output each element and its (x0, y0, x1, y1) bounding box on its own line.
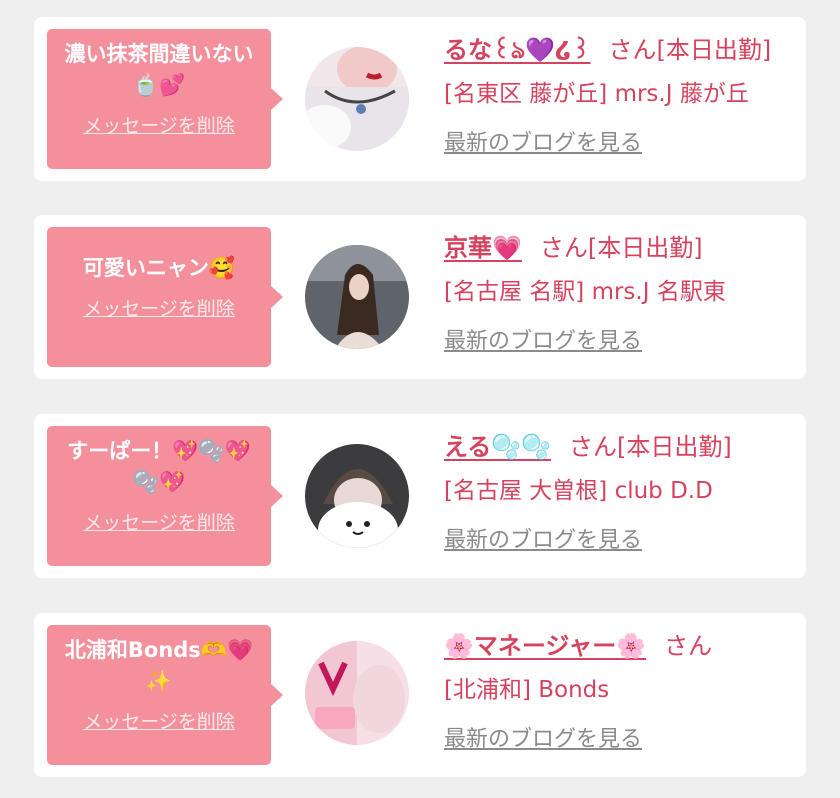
cast-info: える🫧🫧 さん[本日出勤] [名古屋 大曽根] club D.D 最新のブログを見… (444, 428, 796, 554)
avatar-photo (305, 444, 409, 548)
shop-name: [名古屋 大曽根] club D.D (444, 478, 713, 504)
avatar[interactable] (305, 245, 409, 349)
shop-name: [名東区 藤が丘] mrs.J 藤が丘 (444, 81, 749, 107)
favorite-card: すーぱー！💖🫧💖🫧💖 メッセージを削除 える🫧🫧 さん[本日出勤] [名古屋 大曽… (34, 414, 806, 578)
honorific: さん (539, 234, 588, 262)
avatar-photo (305, 47, 409, 151)
cast-name-link[interactable]: 🌸マネージャー🌸 (444, 632, 646, 660)
delete-message-button[interactable]: メッセージを削除 (83, 508, 235, 535)
avatar[interactable] (305, 641, 409, 745)
name-line: える🫧🫧 さん[本日出勤] (444, 428, 796, 466)
message-text: 可愛いニャン🥰 (82, 256, 236, 280)
avatar-photo (305, 641, 409, 745)
cast-name-link[interactable]: るな꒰ঌ💜໒꒱ (444, 36, 590, 64)
avatar[interactable] (305, 444, 409, 548)
latest-blog-link[interactable]: 最新のブログを見る (444, 522, 642, 554)
name-line: 京華💗 さん[本日出勤] (444, 229, 796, 267)
latest-blog-link[interactable]: 最新のブログを見る (444, 721, 642, 753)
honorific: さん (664, 632, 713, 660)
favorite-card: 濃い抹茶間違いない🍵💕 メッセージを削除 るな꒰ঌ💜໒꒱ さん[本日出勤] [名東… (34, 17, 806, 181)
favorite-card: 北浦和Bonds🫶💗✨ メッセージを削除 🌸マネージャー🌸 さん [北浦和] Bo… (34, 613, 806, 777)
favorite-message-list: 濃い抹茶間違いない🍵💕 メッセージを削除 るな꒰ঌ💜໒꒱ さん[本日出勤] [名東… (0, 0, 840, 798)
shop-name: [北浦和] Bonds (444, 677, 610, 703)
name-line: 🌸マネージャー🌸 さん (444, 627, 796, 665)
shop-name: [名古屋 名駅] mrs.J 名駅東 (444, 279, 726, 305)
avatar-photo (305, 245, 409, 349)
honorific: さん (608, 36, 657, 64)
message-text: 濃い抹茶間違いない🍵💕 (64, 42, 254, 97)
message-bubble: 濃い抹茶間違いない🍵💕 メッセージを削除 (47, 29, 283, 169)
latest-blog-link[interactable]: 最新のブログを見る (444, 323, 642, 355)
status-text: [本日出勤] (617, 433, 732, 461)
name-line: るな꒰ঌ💜໒꒱ さん[本日出勤] (444, 31, 796, 69)
favorite-card: 可愛いニャン🥰 メッセージを削除 京華💗 さん[本日出勤] [名古屋 名駅] mr… (34, 215, 806, 379)
cast-info: 🌸マネージャー🌸 さん [北浦和] Bonds 最新のブログを見る (444, 627, 796, 753)
latest-blog-link[interactable]: 最新のブログを見る (444, 125, 642, 157)
status-text: [本日出勤] (587, 234, 703, 262)
status-text: [本日出勤] (656, 36, 772, 64)
cast-name-link[interactable]: 京華💗 (444, 234, 522, 262)
delete-message-button[interactable]: メッセージを削除 (83, 111, 235, 138)
cast-name-link[interactable]: える🫧🫧 (444, 433, 551, 461)
message-text: すーぱー！💖🫧💖🫧💖 (67, 439, 251, 494)
message-text: 北浦和Bonds🫶💗✨ (64, 638, 254, 693)
delete-message-button[interactable]: メッセージを削除 (83, 294, 235, 321)
message-bubble: すーぱー！💖🫧💖🫧💖 メッセージを削除 (47, 426, 283, 566)
cast-info: るな꒰ঌ💜໒꒱ さん[本日出勤] [名東区 藤が丘] mrs.J 藤が丘 最新のブ… (444, 31, 796, 157)
message-bubble: 北浦和Bonds🫶💗✨ メッセージを削除 (47, 625, 283, 765)
avatar[interactable] (305, 47, 409, 151)
delete-message-button[interactable]: メッセージを削除 (83, 707, 235, 734)
cast-info: 京華💗 さん[本日出勤] [名古屋 名駅] mrs.J 名駅東 最新のブログを見る (444, 229, 796, 355)
message-bubble: 可愛いニャン🥰 メッセージを削除 (47, 227, 283, 367)
honorific: さん (569, 433, 618, 461)
